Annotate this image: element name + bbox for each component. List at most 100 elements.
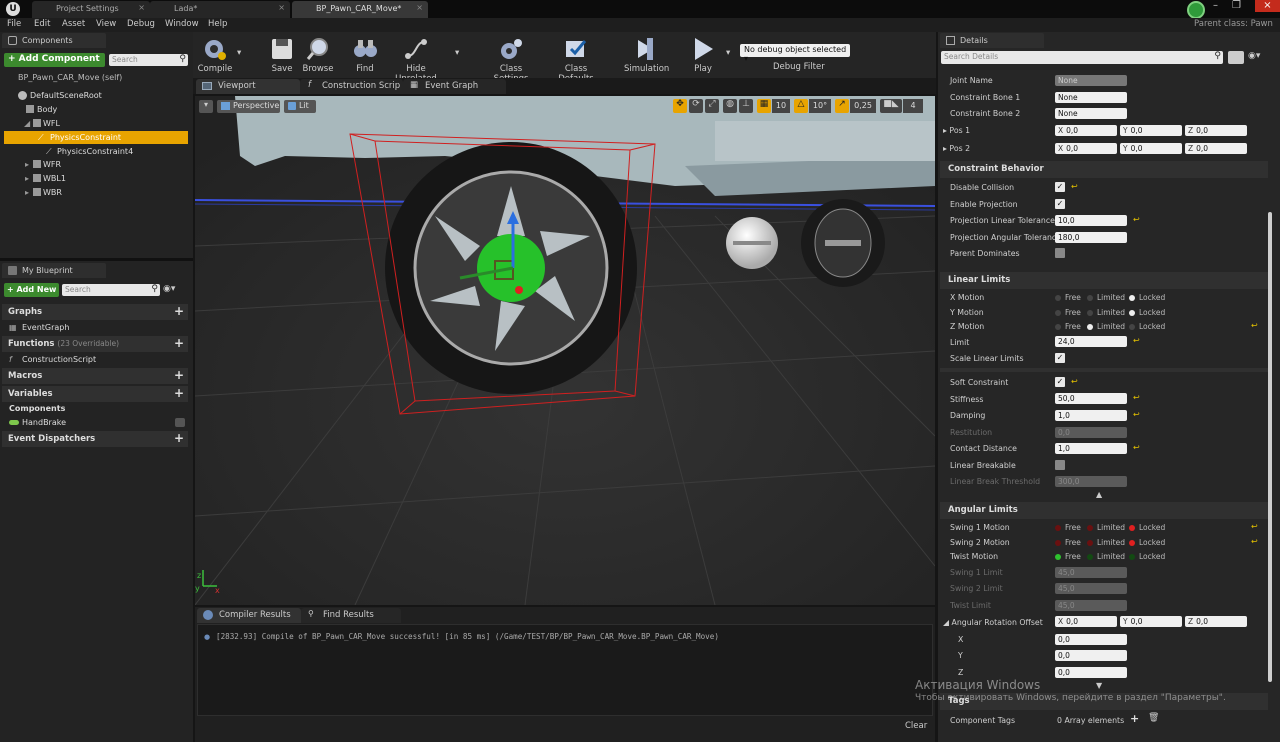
compile-options-dropdown[interactable]: ▾ xyxy=(237,48,241,58)
twist-locked[interactable]: Locked xyxy=(1129,552,1165,561)
reset-to-default-icon[interactable]: ↩ xyxy=(1133,443,1140,452)
camera-speed-value[interactable]: 4 xyxy=(903,99,923,113)
event-graph-item[interactable]: ▦ EventGraph xyxy=(0,321,190,334)
tree-item-wfl[interactable]: ◢ WFL xyxy=(0,117,190,130)
rotation-snap-value[interactable]: 10° xyxy=(809,99,831,113)
add-function-icon[interactable]: + xyxy=(174,336,184,350)
tree-item-body[interactable]: Body xyxy=(0,103,190,116)
pos2-label[interactable]: ▸ Pos 2 xyxy=(943,144,970,153)
trash-icon[interactable]: 🗑 xyxy=(1148,713,1159,723)
find-button[interactable]: Find xyxy=(350,36,380,74)
contact-distance-field[interactable]: 1,0 xyxy=(1055,443,1127,454)
tab-find-results[interactable]: ⚲ Find Results xyxy=(301,608,401,623)
angular-offset-y[interactable]: Y 0,0 xyxy=(1120,616,1182,627)
close-icon[interactable]: × xyxy=(278,3,285,12)
menu-edit[interactable]: Edit xyxy=(34,19,50,29)
y-motion-limited[interactable]: Limited xyxy=(1087,308,1125,317)
rotation-snap-icon[interactable]: △ xyxy=(794,99,808,113)
panel-divider[interactable] xyxy=(0,258,193,261)
damping-field[interactable]: 1,0 xyxy=(1055,410,1127,421)
pos1-label[interactable]: ▸ Pos 1 xyxy=(943,126,970,135)
grid-snap-icon[interactable]: ▦ xyxy=(757,99,771,113)
play-button[interactable]: Play xyxy=(685,36,721,74)
hide-unrelated-dropdown[interactable]: ▾ xyxy=(455,48,459,58)
tree-item-defaultsceneroot[interactable]: DefaultSceneRoot xyxy=(0,89,190,102)
twist-free[interactable]: Free xyxy=(1055,552,1081,561)
swing1-free[interactable]: Free xyxy=(1055,523,1081,532)
parent-dominates-checkbox[interactable] xyxy=(1055,248,1065,258)
reset-to-default-icon[interactable]: ↩ xyxy=(1251,321,1258,330)
twist-limited[interactable]: Limited xyxy=(1087,552,1125,561)
collapse-advanced-icon[interactable]: ▲ xyxy=(1096,490,1102,499)
debug-object-select[interactable]: No debug object selected ▾ xyxy=(740,44,850,63)
proj-linear-field[interactable]: 10,0 xyxy=(1055,215,1127,226)
reset-to-default-icon[interactable]: ↩ xyxy=(1133,336,1140,345)
category-linear-limits[interactable]: Linear Limits xyxy=(940,272,1268,289)
camera-speed-icon[interactable]: ■◣ xyxy=(880,99,902,113)
disable-collision-checkbox[interactable]: ✓ xyxy=(1055,182,1065,192)
expand-arrow-icon[interactable]: ▸ xyxy=(25,172,29,185)
add-dispatcher-icon[interactable]: + xyxy=(174,431,184,445)
clear-button[interactable]: Clear xyxy=(905,721,927,731)
menu-asset[interactable]: Asset xyxy=(62,19,85,29)
world-local-icon[interactable]: ◍ xyxy=(723,99,737,113)
viewport-options-dropdown[interactable]: ▾ xyxy=(199,100,213,113)
class-settings-button[interactable]: Class Settings xyxy=(483,36,539,84)
visibility-icon[interactable] xyxy=(175,418,185,427)
search-icon[interactable]: ⚲ xyxy=(151,284,158,294)
scale-linear-limits-checkbox[interactable]: ✓ xyxy=(1055,353,1065,363)
angular-offset-x[interactable]: X 0,0 xyxy=(1055,616,1117,627)
lit-button[interactable]: Lit xyxy=(284,100,316,113)
hide-unrelated-button[interactable]: Hide Unrelated xyxy=(388,36,444,84)
reset-to-default-icon[interactable]: ↩ xyxy=(1133,410,1140,419)
surface-snap-icon[interactable]: ⊥ xyxy=(739,99,753,113)
components-search-input[interactable]: Search ⚲ xyxy=(109,54,188,66)
construction-script-item[interactable]: f ConstructionScript xyxy=(0,353,190,366)
play-options-dropdown[interactable]: ▾ xyxy=(726,48,730,58)
expand-arrow-icon[interactable]: ▸ xyxy=(25,186,29,199)
perspective-button[interactable]: Perspective xyxy=(217,100,280,113)
menu-help[interactable]: Help xyxy=(208,19,227,29)
bone1-field[interactable]: None xyxy=(1055,92,1127,103)
components-panel-header[interactable]: Components xyxy=(2,33,106,48)
joint-name-field[interactable]: None xyxy=(1055,75,1127,86)
z-motion-locked[interactable]: Locked xyxy=(1129,322,1165,331)
view-options-eye-icon[interactable]: ◉▾ xyxy=(163,284,175,294)
reset-to-default-icon[interactable]: ↩ xyxy=(1071,377,1078,386)
menu-window[interactable]: Window xyxy=(165,19,199,29)
search-icon[interactable]: ⚲ xyxy=(179,54,186,64)
scale-tool-icon[interactable]: ⤢ xyxy=(705,99,719,113)
y-motion-locked[interactable]: Locked xyxy=(1129,308,1165,317)
swing1-limited[interactable]: Limited xyxy=(1087,523,1125,532)
close-icon[interactable]: × xyxy=(416,3,423,12)
tab-project-settings[interactable]: Project Settings × xyxy=(32,1,150,18)
angular-offset-label[interactable]: ◢ Angular Rotation Offset xyxy=(943,618,1043,627)
add-component-button[interactable]: + Add Component xyxy=(4,53,105,67)
reset-to-default-icon[interactable]: ↩ xyxy=(1251,537,1258,546)
tab-bp-pawn[interactable]: BP_Pawn_CAR_Move* × xyxy=(292,1,428,18)
source-control-icon[interactable] xyxy=(1187,1,1205,19)
menu-debug[interactable]: Debug xyxy=(127,19,155,29)
blueprint-search-input[interactable]: Search ⚲ xyxy=(62,284,160,296)
tree-item-wbl1[interactable]: ▸ WBL1 xyxy=(0,172,190,185)
view-options-eye-icon[interactable]: ◉▾ xyxy=(1248,51,1260,61)
variable-handbrake[interactable]: HandBrake xyxy=(0,416,190,429)
save-button[interactable]: Save xyxy=(267,36,297,74)
swing2-free[interactable]: Free xyxy=(1055,538,1081,547)
swing1-locked[interactable]: Locked xyxy=(1129,523,1165,532)
proj-angular-field[interactable]: 180,0 xyxy=(1055,232,1127,243)
reset-to-default-icon[interactable]: ↩ xyxy=(1133,393,1140,402)
details-scrollbar[interactable] xyxy=(1268,212,1272,682)
soft-constraint-checkbox[interactable]: ✓ xyxy=(1055,377,1065,387)
section-macros[interactable]: Macros + xyxy=(2,368,188,384)
tab-viewport[interactable]: Viewport xyxy=(196,79,300,94)
linear-breakable-checkbox[interactable] xyxy=(1055,460,1065,470)
add-macro-icon[interactable]: + xyxy=(174,368,184,382)
enable-projection-checkbox[interactable]: ✓ xyxy=(1055,199,1065,209)
z-motion-limited[interactable]: Limited xyxy=(1087,322,1125,331)
offset-y-field[interactable]: 0,0 xyxy=(1055,650,1127,661)
section-event-dispatchers[interactable]: Event Dispatchers + xyxy=(2,431,188,447)
close-icon[interactable]: × xyxy=(138,3,145,12)
reset-to-default-icon[interactable]: ↩ xyxy=(1133,215,1140,224)
rotate-tool-icon[interactable]: ⟳ xyxy=(689,99,703,113)
